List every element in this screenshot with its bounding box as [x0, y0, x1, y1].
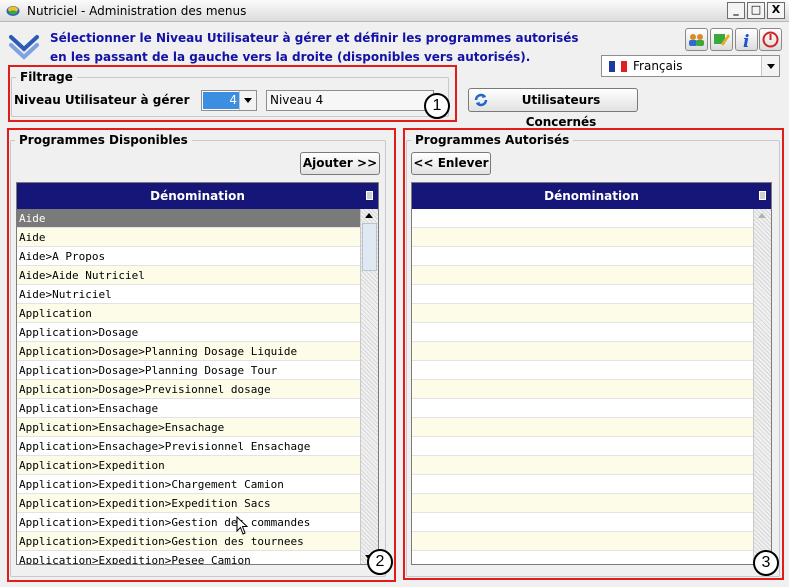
close-button[interactable]: X: [767, 2, 785, 19]
france-flag-icon: [609, 61, 627, 72]
info-button[interactable]: i: [735, 28, 758, 52]
power-button[interactable]: [759, 28, 782, 51]
language-value: Français: [633, 59, 683, 73]
language-select[interactable]: Français: [601, 55, 780, 77]
window-title: Nutriciel - Administration des menus: [27, 4, 247, 18]
concerned-users-label: Utilisateurs Concernés: [521, 93, 601, 129]
nutriciel-logo-icon: [6, 6, 20, 16]
refresh-icon: [474, 93, 488, 107]
maximize-button[interactable]: □: [747, 2, 765, 19]
chevron-down-icon[interactable]: [761, 56, 779, 76]
users-icon: [689, 34, 704, 46]
mouse-cursor-icon: [236, 516, 249, 535]
instruction-text: Sélectionner le Niveau Utilisateur à gér…: [50, 31, 579, 64]
minimize-button[interactable]: _: [727, 2, 745, 19]
svg-text:i: i: [743, 32, 749, 50]
power-icon: [762, 31, 779, 48]
info-icon: i: [743, 32, 749, 52]
callout-badge-2: 2: [367, 549, 393, 575]
checkmark-logo-icon: [9, 35, 39, 60]
callout-badge-1: 1: [424, 93, 450, 119]
window-titlebar: Nutriciel - Administration des menus _ □…: [0, 0, 789, 22]
edit-icon: [714, 34, 730, 46]
highlight-frame-3: [403, 128, 784, 580]
highlight-frame-1: [8, 65, 457, 122]
users-button[interactable]: [685, 28, 708, 51]
edit-button[interactable]: [710, 28, 733, 51]
callout-badge-3: 3: [753, 550, 779, 576]
concerned-users-button[interactable]: Utilisateurs Concernés: [468, 88, 638, 129]
highlight-frame-2: [7, 128, 396, 582]
